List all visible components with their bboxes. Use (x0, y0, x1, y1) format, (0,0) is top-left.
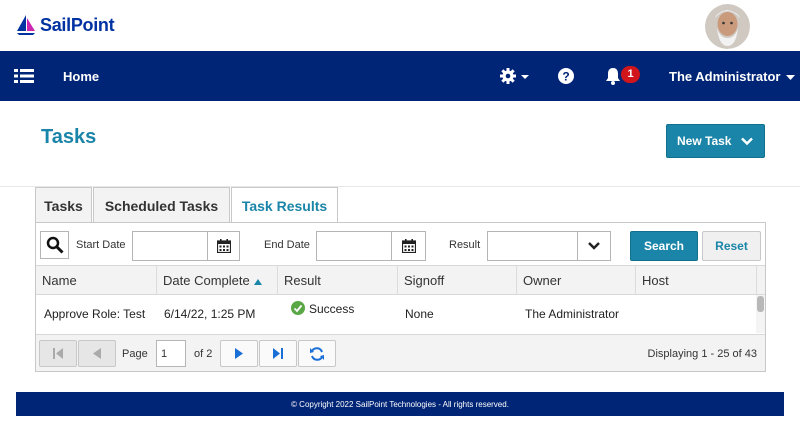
result-select[interactable] (487, 231, 578, 261)
column-header-date-label: Date Complete (163, 272, 250, 288)
start-date-label: Start Date (76, 239, 126, 251)
main-navbar: Home ? The Administrator (0, 51, 800, 101)
notification-count-badge[interactable]: 1 (621, 66, 640, 83)
new-task-button[interactable]: New Task (666, 124, 765, 158)
previous-page-icon[interactable] (78, 340, 116, 367)
page-number-input[interactable]: 1 (156, 340, 186, 367)
search-button[interactable]: Search (630, 231, 698, 261)
tab-scheduled-tasks[interactable]: Scheduled Tasks (93, 187, 230, 223)
end-date-input[interactable] (316, 231, 392, 261)
cell-result: Success (291, 290, 354, 328)
settings-gear-icon[interactable] (500, 51, 530, 101)
grid-header: Name Date Complete Result Signoff Owner … (36, 265, 765, 295)
user-avatar[interactable] (705, 4, 750, 49)
column-header-signoff[interactable]: Signoff (398, 266, 517, 294)
help-icon[interactable]: ? (558, 51, 574, 101)
notifications-bell-icon[interactable] (604, 51, 622, 101)
result-chevron-down-icon[interactable] (577, 231, 611, 261)
filter-bar: Start Date End Date Result Search Reset (36, 223, 765, 265)
column-header-date-complete[interactable]: Date Complete (157, 266, 278, 294)
first-page-icon[interactable] (39, 340, 77, 367)
reset-button[interactable]: Reset (702, 231, 761, 261)
page-of-label: of 2 (194, 348, 213, 360)
sailpoint-logo-icon (17, 15, 35, 35)
start-date-calendar-icon[interactable] (207, 231, 240, 261)
chevron-down-icon (741, 137, 753, 146)
tab-task-results[interactable]: Task Results (231, 187, 338, 224)
end-date-label: End Date (264, 239, 310, 251)
success-check-icon (291, 300, 305, 318)
end-date-calendar-icon[interactable] (391, 231, 426, 261)
result-text: Success (309, 302, 355, 316)
displaying-count: Displaying 1 - 25 of 43 (647, 348, 757, 360)
brand-name: SailPoint (40, 14, 115, 35)
search-icon[interactable] (40, 231, 69, 259)
last-page-icon[interactable] (259, 340, 297, 367)
sort-ascending-icon (253, 273, 262, 288)
user-menu-label: The Administrator (669, 68, 781, 84)
cell-date-complete: 6/14/22, 1:25 PM (164, 307, 256, 321)
page-title: Tasks (41, 126, 97, 148)
sailpoint-logo[interactable]: SailPoint (15, 14, 115, 36)
grid-scrollbar-thumb[interactable] (757, 296, 764, 312)
page-label: Page (122, 348, 148, 360)
footer-bar: © Copyright 2022 SailPoint Technologies … (16, 392, 784, 416)
pagination-bar: Page 1 of 2 Displaying 1 - 25 of 43 (36, 334, 765, 371)
copyright-text: © Copyright 2022 SailPoint Technologies … (291, 399, 509, 409)
cell-name: Approve Role: Test (44, 307, 146, 321)
result-label: Result (449, 239, 481, 251)
refresh-icon[interactable] (298, 340, 336, 367)
list-menu-icon[interactable] (14, 51, 34, 101)
new-task-label: New Task (677, 134, 732, 148)
table-row[interactable]: Approve Role: Test 6/14/22, 1:25 PM Succ… (36, 295, 756, 333)
cell-owner: The Administrator (525, 307, 620, 321)
column-header-host[interactable]: Host (636, 266, 757, 294)
tab-tasks[interactable]: Tasks (35, 187, 92, 223)
svg-text:?: ? (562, 70, 569, 84)
cell-signoff: None (405, 307, 434, 321)
next-page-icon[interactable] (220, 340, 258, 367)
chevron-down-icon (786, 69, 796, 84)
start-date-input[interactable] (132, 231, 208, 261)
nav-home-link[interactable]: Home (63, 51, 99, 101)
task-results-panel: Start Date End Date Result Search Reset … (35, 222, 766, 372)
column-header-owner[interactable]: Owner (517, 266, 636, 294)
column-header-name[interactable]: Name (36, 266, 157, 294)
top-bar: SailPoint (0, 0, 800, 51)
user-menu[interactable]: The Administrator (669, 51, 796, 101)
